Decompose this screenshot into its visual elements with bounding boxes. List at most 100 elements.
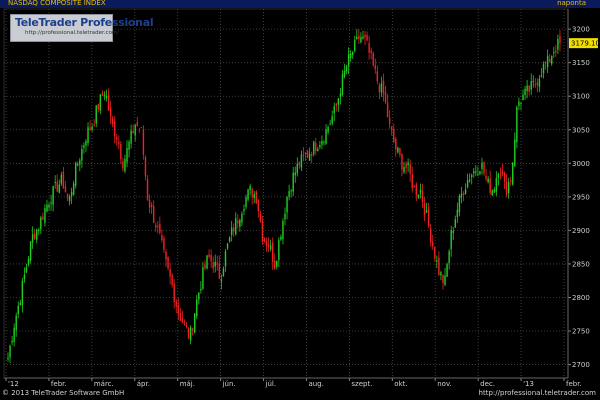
candle-body: [440, 272, 442, 276]
candle-body: [540, 75, 543, 77]
candle-body: [442, 274, 444, 284]
candle-body: [288, 191, 290, 197]
candle-body: [546, 56, 549, 68]
candle-body: [534, 84, 537, 86]
candle-body: [454, 219, 457, 228]
candle-body: [146, 179, 149, 201]
candle-body: [292, 172, 294, 192]
candle-body: [524, 88, 526, 96]
candle-body: [116, 136, 118, 140]
candle-body: [450, 230, 452, 250]
candle-body: [356, 36, 358, 40]
candle-body: [103, 94, 106, 96]
candle-body: [403, 167, 405, 173]
x-tick-label: nov.: [437, 380, 452, 388]
candle-body: [532, 81, 534, 83]
candle-body: [58, 184, 61, 193]
candle-body: [263, 238, 266, 242]
candle-body: [300, 154, 303, 168]
x-tick-label: júl.: [265, 380, 277, 388]
candle-body: [161, 234, 163, 241]
candle-body: [46, 204, 48, 212]
candle-body: [85, 141, 87, 146]
candle-body: [214, 261, 216, 267]
candle-body: [269, 245, 272, 250]
candle-body: [165, 251, 167, 260]
candle-body: [473, 171, 475, 174]
candle-body: [13, 327, 15, 342]
candle-body: [434, 247, 436, 259]
candle-body: [276, 260, 278, 267]
candle-body: [284, 213, 286, 220]
candle-body: [444, 275, 446, 285]
candle-body: [194, 313, 196, 333]
candle-body: [159, 223, 161, 233]
y-tick-label: 3200: [572, 26, 590, 34]
candle-body: [89, 127, 91, 130]
candle-body: [388, 117, 391, 124]
candle-body: [278, 240, 280, 261]
candle-body: [471, 175, 473, 177]
candle-body: [491, 190, 493, 196]
x-tick-label: aug.: [308, 380, 323, 388]
y-tick-label: 2700: [572, 361, 590, 369]
candle-body: [259, 213, 262, 222]
y-tick-label: 3000: [572, 160, 590, 168]
candle-body: [118, 141, 120, 145]
logo-url: http://professional.teletrader.com/: [25, 30, 120, 36]
candle-body: [23, 274, 26, 280]
x-tick-label: okt.: [394, 380, 407, 388]
candle-body: [415, 184, 418, 196]
candle-body: [237, 220, 239, 224]
candle-body: [187, 328, 190, 339]
candle-body: [198, 292, 200, 300]
candle-body: [212, 261, 214, 269]
candle-body: [79, 160, 81, 165]
candle-body: [364, 34, 366, 38]
candle-body: [343, 70, 346, 77]
candle-body: [191, 328, 194, 331]
candle-body: [167, 256, 169, 269]
candle-body: [33, 233, 36, 240]
candle-body: [368, 43, 370, 53]
candle-body: [423, 203, 426, 216]
candle-body: [83, 145, 85, 148]
candle-body: [171, 274, 173, 285]
candle-body: [411, 174, 413, 189]
candle-body: [536, 82, 539, 86]
candle-body: [460, 193, 463, 198]
candle-body: [21, 280, 24, 306]
footer-url[interactable]: http://professional.teletrader.com: [479, 389, 596, 397]
candle-body: [345, 66, 348, 72]
x-tick-label: szept.: [351, 380, 372, 388]
candle-body: [409, 164, 411, 174]
candle-body: [60, 174, 63, 184]
candle-body: [485, 175, 487, 180]
candle-body: [31, 234, 34, 243]
candle-body: [308, 153, 311, 161]
chart-window: NASDAQ COMPOSITE INDEX napontа 2700 2750 2…: [0, 0, 600, 400]
candlestick-chart[interactable]: 2700 2750 2800 2850 2900 2950 3000 3050 3100 3150…: [0, 0, 600, 400]
candle-body: [325, 129, 327, 144]
candle-body: [163, 238, 165, 250]
candle-body: [204, 264, 206, 269]
candle-body: [196, 299, 198, 317]
candle-body: [417, 194, 420, 198]
candle-body: [177, 304, 180, 315]
candle-body: [142, 129, 145, 155]
candle-body: [395, 138, 397, 150]
candle-body: [253, 194, 255, 199]
candle-body: [245, 197, 247, 208]
candle-body: [319, 144, 321, 148]
x-tick-label: '12: [8, 380, 19, 388]
plot-frame: [3, 8, 569, 379]
x-tick-label: febr.: [566, 380, 582, 388]
candle-body: [452, 230, 454, 233]
candle-body: [152, 205, 155, 223]
candle-body: [317, 149, 319, 152]
candle-body: [509, 180, 512, 182]
candle-body: [530, 81, 532, 90]
candle-body: [40, 217, 42, 230]
y-tick-label: 3150: [572, 59, 590, 67]
candle-body: [157, 225, 159, 228]
